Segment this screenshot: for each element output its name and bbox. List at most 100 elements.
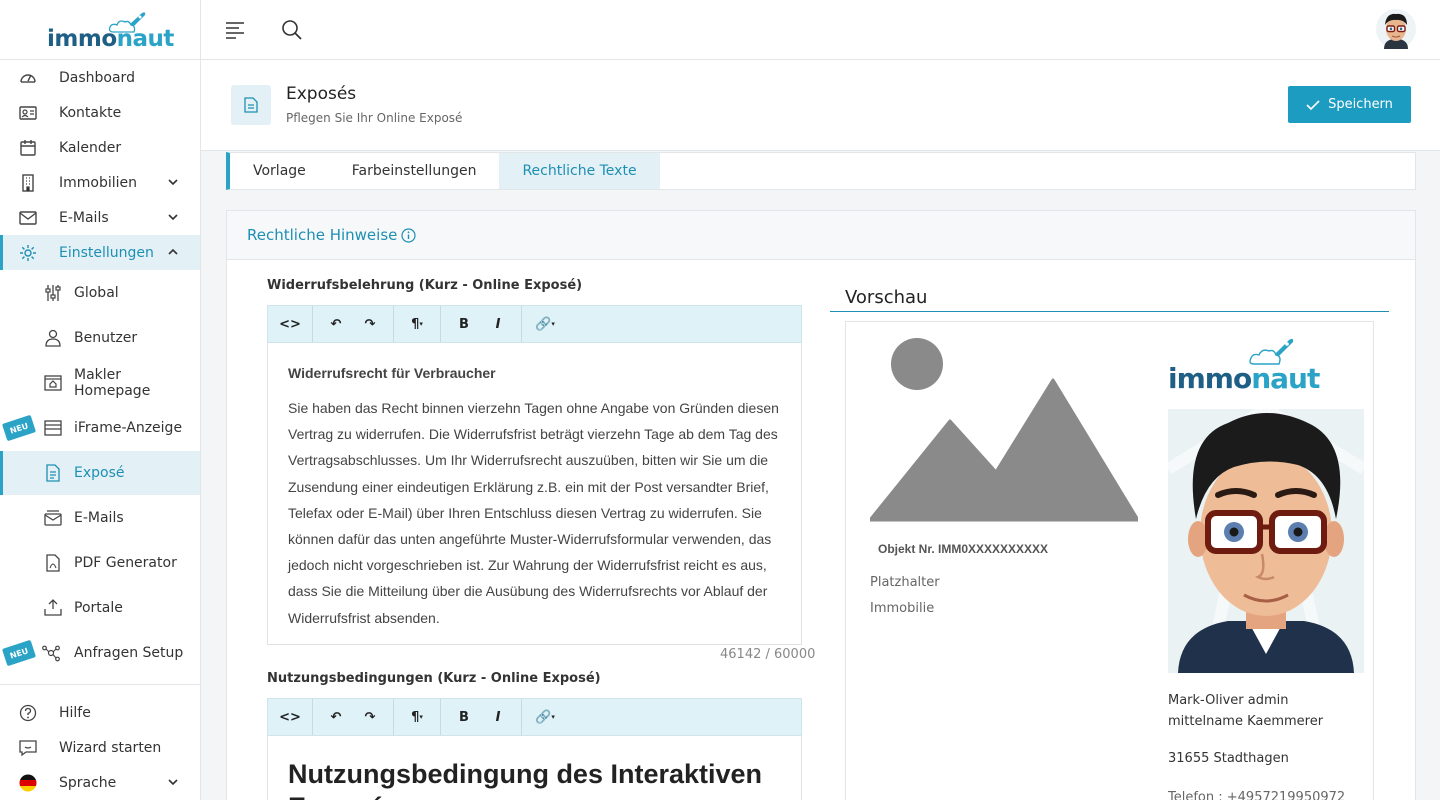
tab-farbeinstellungen[interactable]: Farbeinstellungen — [329, 153, 500, 189]
sidebar-subitem-global[interactable]: Global — [0, 271, 200, 315]
editor-toolbar: <> ↶ ↷ ¶ ▾ BI 🔗 ▾ — [267, 698, 802, 736]
chevron-down-icon — [168, 179, 178, 186]
logo[interactable]: immonaut — [0, 0, 200, 60]
network-nodes-icon — [42, 645, 60, 662]
document-icon — [244, 97, 258, 113]
object-number: Objekt Nr. IMM0XXXXXXXXXX — [878, 542, 1049, 556]
code-view-button[interactable]: <> — [273, 699, 307, 735]
nutzung-editor[interactable]: Nutzungsbedingung des Interaktiven Expos… — [267, 736, 802, 800]
iframe-window-icon — [44, 420, 62, 436]
pdf-file-icon — [46, 554, 60, 572]
editor-heading: Nutzungsbedingung des Interaktiven Expos… — [288, 759, 763, 800]
italic-button[interactable]: I — [481, 306, 515, 342]
sidebar-subitem-label: Exposé — [74, 465, 125, 481]
editor-heading: Widerrufsrecht für Verbraucher — [288, 365, 496, 381]
sidebar-subitem-label: PDF Generator — [74, 555, 177, 571]
tab-bar: Vorlage Farbeinstellungen Rechtliche Tex… — [226, 152, 1416, 190]
agent-portrait — [1168, 409, 1364, 673]
homepage-icon — [44, 375, 62, 391]
code-view-button[interactable]: <> — [273, 306, 307, 342]
sidebar-item-kontakte[interactable]: Kontakte — [0, 95, 200, 130]
german-flag-icon — [19, 774, 37, 792]
avatar[interactable] — [1376, 9, 1416, 49]
preview-divider — [830, 311, 1389, 312]
agent-name-line2: mittelname Kaemmerer — [1168, 714, 1324, 729]
sidebar-item-sprache[interactable]: Sprache — [0, 765, 200, 800]
tab-rechtliche-texte[interactable]: Rechtliche Texte — [499, 153, 660, 189]
sidebar-subitem-label: Portale — [74, 600, 123, 616]
sidebar-subitem-label: iFrame-Anzeige — [74, 420, 183, 436]
sidebar-subitem-expose[interactable]: Exposé — [0, 451, 200, 495]
page-icon-box — [231, 85, 271, 125]
widerruf-editor[interactable]: Widerrufsrecht für Verbraucher Sie haben… — [267, 343, 802, 645]
panel-title: Rechtliche Hinweise — [247, 226, 398, 244]
check-icon — [1306, 99, 1320, 110]
sidebar-subitem-label: E-Mails — [74, 510, 124, 526]
sidebar-subitem-pdf-generator[interactable]: PDF Generator — [0, 541, 200, 585]
logo-text: immonaut — [47, 26, 174, 52]
sidebar-subitem-makler-homepage[interactable]: Makler Homepage — [0, 361, 200, 405]
sidebar-item-immobilien[interactable]: Immobilien — [0, 165, 200, 200]
sidebar-item-label: Kalender — [59, 139, 122, 156]
gear-icon — [20, 245, 36, 261]
sidebar-item-kalender[interactable]: Kalender — [0, 130, 200, 165]
sidebar-item-dashboard[interactable]: Dashboard — [0, 60, 200, 95]
mail-stack-icon — [44, 510, 62, 526]
sliders-icon — [45, 285, 61, 301]
sidebar-subitem-emails[interactable]: E-Mails — [0, 496, 200, 540]
paragraph-format-button[interactable]: ¶ ▾ — [400, 699, 434, 735]
sidebar-item-emails[interactable]: E-Mails — [0, 200, 200, 235]
contact-card-icon — [19, 106, 37, 120]
sidebar-item-wizard[interactable]: Wizard starten — [0, 730, 200, 765]
sidebar-item-label: Immobilien — [59, 174, 138, 191]
document-icon — [46, 464, 60, 482]
nutzung-label: Nutzungsbedingungen (Kurz - Online Expos… — [267, 671, 601, 686]
chevron-down-icon — [168, 214, 178, 221]
paragraph-format-button[interactable]: ¶ ▾ — [400, 306, 434, 342]
sidebar-item-einstellungen[interactable]: Einstellungen — [0, 235, 200, 270]
italic-button[interactable]: I — [481, 699, 515, 735]
redo-button[interactable]: ↷ — [353, 306, 387, 342]
sidebar-subitem-benutzer[interactable]: Benutzer — [0, 316, 200, 360]
search-icon[interactable] — [281, 19, 303, 41]
sidebar-item-label: E-Mails — [59, 209, 109, 226]
bold-button[interactable]: B — [447, 306, 481, 342]
upload-portal-icon — [44, 599, 62, 616]
sidebar-subitem-portale[interactable]: Portale — [0, 586, 200, 630]
preview-logo: immonaut — [1168, 336, 1320, 396]
sidebar-subitem-label: Anfragen Setup — [74, 645, 184, 661]
editor-body: Sie haben das Recht binnen vierzehn Tage… — [288, 400, 779, 626]
sidebar-item-label: Kontakte — [59, 104, 122, 121]
agent-phone: Telefon : +4957219950972 — [1168, 790, 1346, 800]
page-title: Exposés — [286, 84, 357, 104]
undo-button[interactable]: ↶ — [319, 306, 353, 342]
char-counter: 46142 / 60000 — [720, 647, 816, 662]
save-button-label: Speichern — [1328, 97, 1393, 112]
sidebar-subitem-iframe[interactable]: iFrame-Anzeige — [0, 406, 200, 450]
bold-button[interactable]: B — [447, 699, 481, 735]
sidebar-item-label: Dashboard — [59, 69, 135, 86]
image-placeholder-icon — [870, 338, 1138, 522]
undo-button[interactable]: ↶ — [319, 699, 353, 735]
preview-logo-text: immonaut — [1168, 362, 1320, 395]
tab-vorlage[interactable]: Vorlage — [230, 153, 329, 189]
top-bar — [201, 0, 1440, 60]
preview-card: Objekt Nr. IMM0XXXXXXXXXX Platzhalter Im… — [845, 321, 1374, 800]
sidebar-subitem-anfragen-setup[interactable]: Anfragen Setup — [0, 631, 200, 675]
agent-city: 31655 Stadthagen — [1168, 751, 1289, 766]
sidebar-item-label: Einstellungen — [59, 244, 154, 261]
save-button[interactable]: Speichern — [1288, 86, 1411, 123]
sidebar-subitem-label: Makler Homepage — [74, 367, 151, 399]
sidebar-subitem-label: Benutzer — [74, 330, 138, 346]
info-icon[interactable] — [401, 228, 416, 243]
widerruf-label: Widerrufsbelehrung (Kurz - Online Exposé… — [267, 278, 583, 293]
menu-icon[interactable] — [225, 21, 245, 39]
sidebar: immonaut Dashboard Kontakte Kalender Imm… — [0, 0, 201, 800]
building-icon — [22, 174, 34, 192]
sidebar-item-hilfe[interactable]: Hilfe — [0, 695, 200, 730]
redo-button[interactable]: ↷ — [353, 699, 387, 735]
link-button[interactable]: 🔗 ▾ — [528, 306, 562, 342]
agent-name-line1: Mark-Oliver admin — [1168, 693, 1289, 708]
link-button[interactable]: 🔗 ▾ — [528, 699, 562, 735]
chevron-up-icon — [168, 248, 178, 255]
